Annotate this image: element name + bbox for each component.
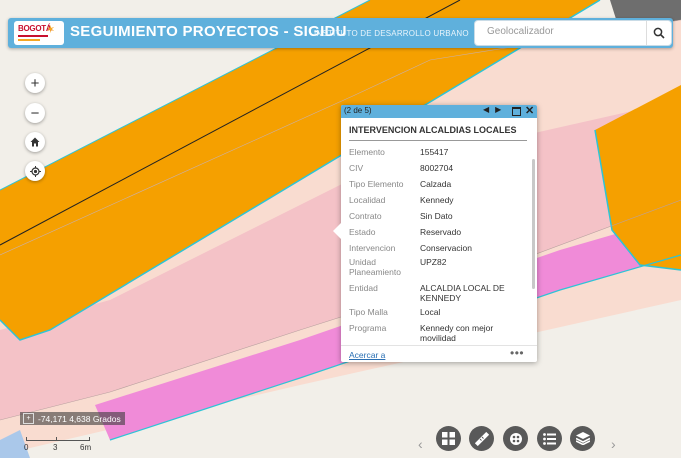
app-title: SEGUIMIENTO PROYECTOS - SIGIDU <box>70 23 347 40</box>
scale-label: 0 <box>24 443 29 452</box>
toolbar-next-icon[interactable]: › <box>611 436 616 452</box>
scale-bar: 0 3 6m <box>24 437 96 453</box>
coordinate-toggle-icon[interactable]: + <box>23 413 34 424</box>
layers-icon <box>575 432 590 445</box>
locate-icon <box>29 165 41 177</box>
home-icon <box>30 137 40 147</box>
geolocator-search <box>475 21 671 45</box>
more-actions-button[interactable]: ••• <box>510 346 524 360</box>
app-header: BOGOTÁ ✶ SEGUIMIENTO PROYECTOS - SIGIDU … <box>8 18 673 48</box>
layer-filter-button[interactable] <box>503 426 528 451</box>
measure-button[interactable] <box>469 426 494 451</box>
zoom-to-link[interactable]: Acercar a <box>349 350 385 360</box>
previous-feature-icon[interactable]: ◀ <box>483 105 489 114</box>
next-feature-icon[interactable]: ▶ <box>495 105 501 114</box>
legend-icon <box>543 432 556 445</box>
zoom-in-button[interactable]: + <box>25 73 45 93</box>
popup-header: (2 de 5) ◀ ▶ ✕ <box>341 105 537 118</box>
bogota-logo[interactable]: BOGOTÁ ✶ <box>14 21 64 45</box>
popup-title: INTERVENCION ALCALDIAS LOCALES <box>349 125 517 135</box>
basemap-gallery-icon <box>442 432 455 445</box>
minus-icon: − <box>30 104 40 122</box>
basemap-gallery-button[interactable] <box>436 426 461 451</box>
zoom-out-button[interactable]: − <box>25 103 45 123</box>
coordinate-value: -74,171 4,638 Grados <box>38 413 121 424</box>
popup-footer: Acercar a ••• <box>341 345 537 363</box>
close-icon[interactable]: ✕ <box>525 104 534 117</box>
layers-button[interactable] <box>570 426 595 451</box>
home-button[interactable] <box>25 132 45 152</box>
geolocator-input[interactable] <box>485 25 639 38</box>
popup-nav: ◀ ▶ <box>483 105 501 114</box>
plus-icon: + <box>30 74 40 92</box>
locate-button[interactable] <box>25 161 45 181</box>
legend-button[interactable] <box>537 426 562 451</box>
app-subtitle: INSTITUTO DE DESARROLLO URBANO <box>314 29 469 38</box>
coordinate-readout: + -74,171 4,638 Grados <box>20 412 125 425</box>
popup-scrollbar[interactable] <box>532 159 535 289</box>
scale-label: 6m <box>80 443 92 452</box>
layer-filter-icon <box>509 432 522 445</box>
maximize-icon[interactable] <box>512 107 521 116</box>
search-button[interactable] <box>646 21 671 45</box>
search-icon <box>653 27 665 39</box>
feature-popup: (2 de 5) ◀ ▶ ✕ INTERVENCION ALCALDIAS LO… <box>333 105 537 363</box>
scale-label: 3 <box>53 443 58 452</box>
popup-count: (2 de 5) <box>344 106 372 115</box>
popup-attributes[interactable]: Elemento 155417 CIV 8002704 Tipo Elemento C… <box>341 143 531 343</box>
measure-icon <box>474 431 489 446</box>
toolbar-previous-icon[interactable]: ‹ <box>418 436 423 452</box>
